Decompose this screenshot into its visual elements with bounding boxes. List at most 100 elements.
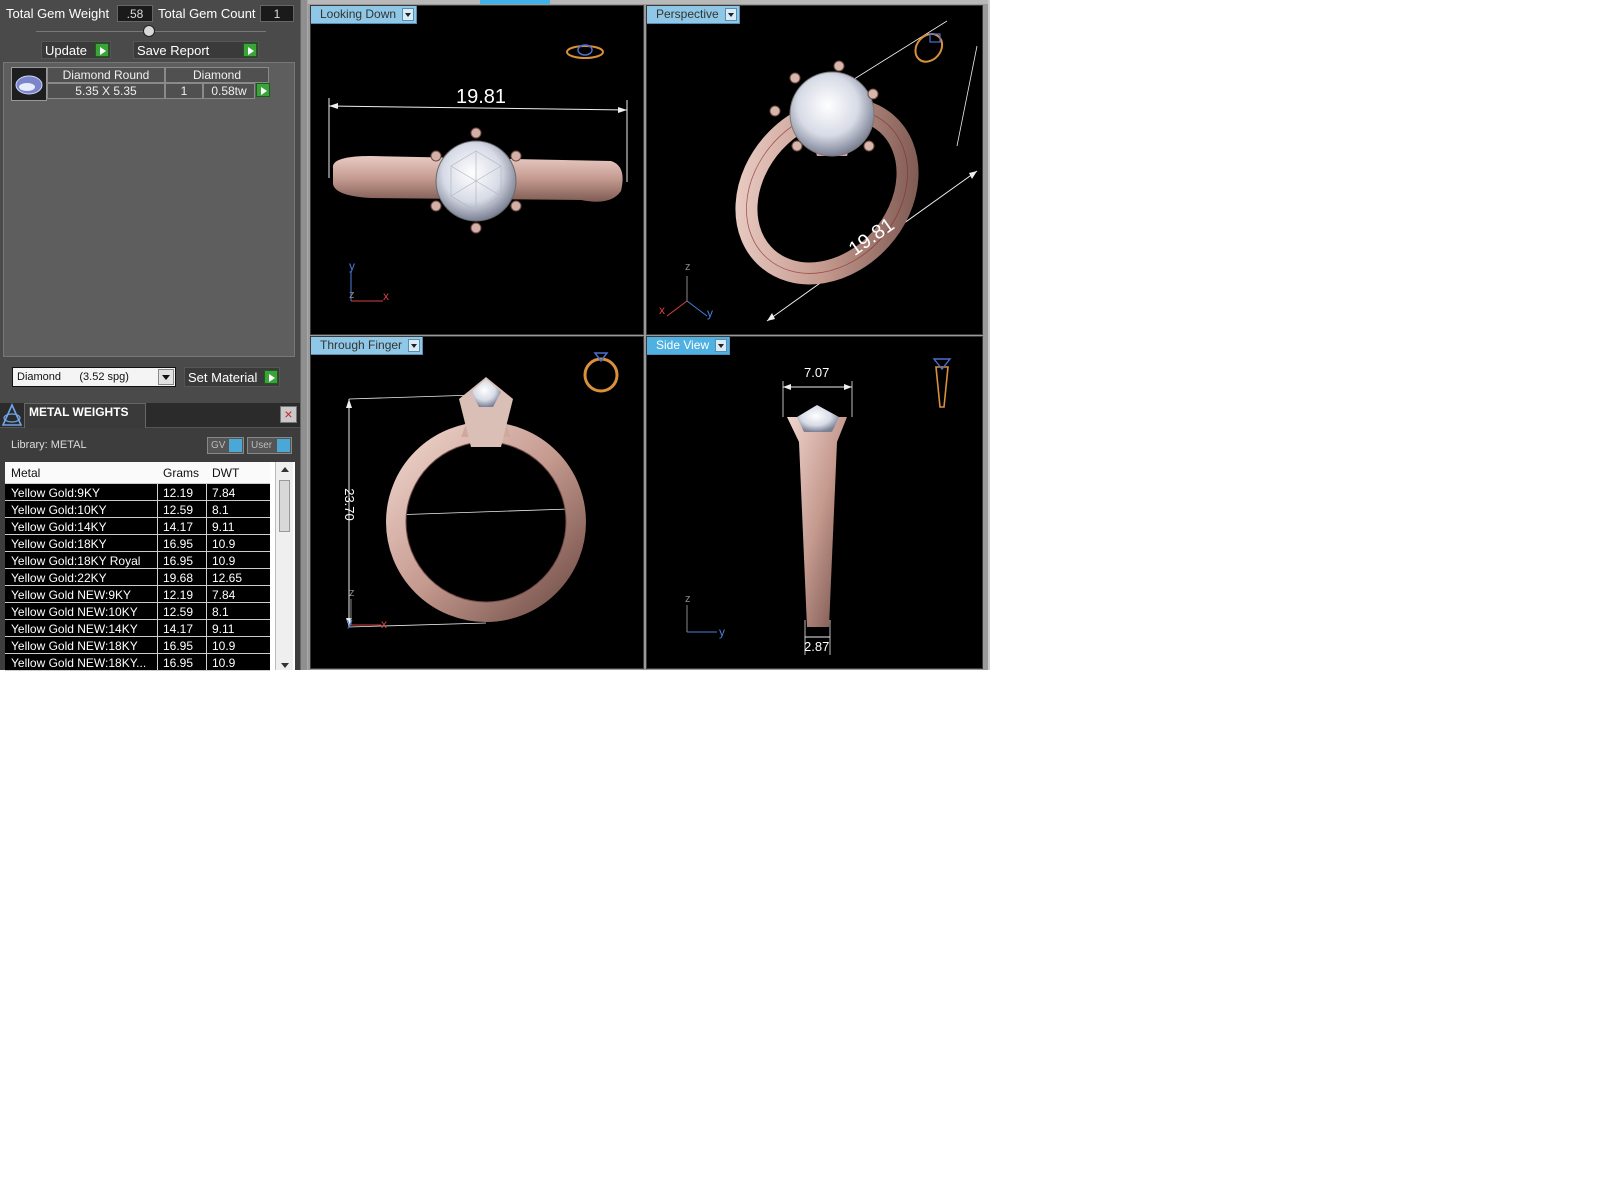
cell-dwt: 10.9 (212, 554, 236, 568)
table-row[interactable]: Yellow Gold NEW:10KY 12.59 8.1 (5, 603, 270, 620)
cell-grams: 14.17 (163, 520, 194, 534)
view-tab-looking-down[interactable]: Looking Down (311, 6, 418, 24)
column-divider (157, 603, 158, 619)
view-tab-through-finger[interactable]: Through Finger (311, 337, 424, 355)
column-divider (206, 569, 207, 585)
gv-toggle[interactable]: GV (207, 437, 244, 454)
set-material-button-label: Set Material (188, 370, 258, 385)
vertical-splitter[interactable] (300, 0, 308, 670)
column-divider (206, 535, 207, 551)
viewport-looking-down[interactable]: Looking Down 19.81 y z x (310, 5, 644, 335)
panel-splitter-handle[interactable] (143, 25, 155, 37)
diamond-round-thumbnail[interactable] (11, 67, 47, 101)
ring-side-view-render (686, 358, 952, 655)
column-divider (157, 484, 158, 500)
dimension-shank-width: 2.87 (804, 639, 830, 654)
ring-front-view-render (346, 352, 619, 628)
column-divider (157, 654, 158, 670)
axis-label-z: z (685, 593, 691, 605)
column-divider (157, 535, 158, 551)
chevron-down-icon[interactable] (402, 8, 415, 21)
cell-metal: Yellow Gold:18KY Royal (11, 554, 141, 568)
gem-weight-play-button[interactable] (254, 83, 270, 99)
scroll-down-icon[interactable] (281, 663, 289, 668)
column-divider (206, 637, 207, 653)
table-row[interactable]: Yellow Gold:14KY 14.17 9.11 (5, 518, 270, 535)
column-divider (157, 552, 158, 568)
column-divider (206, 501, 207, 517)
gem-list: Diamond Round Diamond 5.35 X 5.35 1 0.58… (3, 62, 295, 357)
viewport-through-finger[interactable]: Through Finger 23.70 z y x (310, 336, 644, 669)
viewport-grid: Looking Down 19.81 y z x Perspective 19.… (308, 0, 988, 670)
column-divider (206, 552, 207, 568)
scroll-up-icon[interactable] (281, 467, 289, 472)
cell-grams: 12.59 (163, 503, 194, 517)
cell-grams: 12.19 (163, 486, 194, 500)
dimension-height: 23.70 (341, 488, 357, 521)
update-button-label: Update (45, 43, 87, 58)
chevron-down-icon[interactable] (724, 8, 737, 21)
view-tab-side-view[interactable]: Side View (647, 337, 731, 355)
metal-weights-tab[interactable]: METAL WEIGHTS (24, 403, 146, 428)
cell-grams: 16.95 (163, 656, 194, 670)
gem-panel: Total Gem Weight .58 Total Gem Count 1 U… (0, 0, 300, 403)
table-row[interactable]: Yellow Gold NEW:18KY 16.95 10.9 (5, 637, 270, 654)
scroll-thumb[interactable] (279, 480, 290, 532)
save-report-button[interactable]: Save Report (133, 41, 259, 59)
table-row[interactable]: Yellow Gold NEW:14KY 14.17 9.11 (5, 620, 270, 637)
gem-weight: 0.58tw (203, 83, 255, 99)
ring-top-view-render (328, 44, 628, 302)
cell-dwt: 7.84 (212, 486, 236, 500)
cell-dwt: 8.1 (212, 503, 229, 517)
column-header-metal[interactable]: Metal (11, 466, 40, 480)
cell-metal: Yellow Gold:10KY (11, 503, 107, 517)
viewport-perspective[interactable]: Perspective 19.81 z x y (646, 5, 983, 335)
set-material-button[interactable]: Set Material (184, 367, 280, 387)
axis-label-z: z (349, 587, 355, 599)
total-gem-weight-value: .58 (117, 5, 153, 22)
column-header-grams[interactable]: Grams (163, 466, 199, 480)
table-row[interactable]: Yellow Gold:10KY 12.59 8.1 (5, 501, 270, 518)
gem-material-header: Diamond (165, 67, 269, 83)
cell-dwt: 9.11 (212, 520, 235, 534)
active-view-tab-indicator[interactable] (480, 0, 550, 4)
axis-label-z: z (685, 261, 691, 273)
view-tab-perspective[interactable]: Perspective (647, 6, 740, 24)
column-divider (157, 637, 158, 653)
chevron-down-icon (158, 369, 174, 385)
chevron-down-icon[interactable] (408, 339, 421, 352)
window-right-edge (988, 0, 990, 670)
column-header-dwt[interactable]: DWT (212, 466, 239, 480)
user-toggle[interactable]: User (247, 437, 292, 454)
cell-grams: 12.19 (163, 588, 194, 602)
column-divider (206, 586, 207, 602)
gv-toggle-label: GV (211, 440, 226, 451)
table-row[interactable]: Yellow Gold:18KY Royal 16.95 10.9 (5, 552, 270, 569)
cell-dwt: 12.65 (212, 571, 243, 585)
table-row[interactable]: Yellow Gold NEW:18KY... 16.95 10.9 (5, 654, 270, 671)
column-divider (157, 518, 158, 534)
viewport-side-view[interactable]: Side View 7.07 2.87 z y (646, 336, 983, 669)
table-scrollbar[interactable] (275, 462, 293, 670)
close-icon[interactable]: × (280, 406, 297, 423)
cell-grams: 14.17 (163, 622, 194, 636)
cell-dwt: 7.84 (212, 588, 236, 602)
table-row[interactable]: Yellow Gold:9KY 12.19 7.84 (5, 484, 270, 501)
column-divider (157, 620, 158, 636)
column-divider (206, 654, 207, 670)
cell-metal: Yellow Gold NEW:14KY (11, 622, 138, 636)
update-button[interactable]: Update (41, 41, 111, 59)
table-row[interactable]: Yellow Gold:22KY 19.68 12.65 (5, 569, 270, 586)
axis-label-x: x (659, 303, 665, 317)
axis-label-y: y (347, 617, 353, 629)
cell-grams: 16.95 (163, 639, 194, 653)
column-divider (206, 620, 207, 636)
chevron-down-icon[interactable] (715, 339, 728, 352)
gem-size: 5.35 X 5.35 (47, 83, 165, 99)
material-select-value: Diamond (3.52 spg) (17, 371, 129, 383)
table-row[interactable]: Yellow Gold NEW:9KY 12.19 7.84 (5, 586, 270, 603)
mini-ring-icon (566, 44, 604, 59)
cell-metal: Yellow Gold:22KY (11, 571, 107, 585)
material-select[interactable]: Diamond (3.52 spg) (12, 367, 176, 387)
table-row[interactable]: Yellow Gold:18KY 16.95 10.9 (5, 535, 270, 552)
